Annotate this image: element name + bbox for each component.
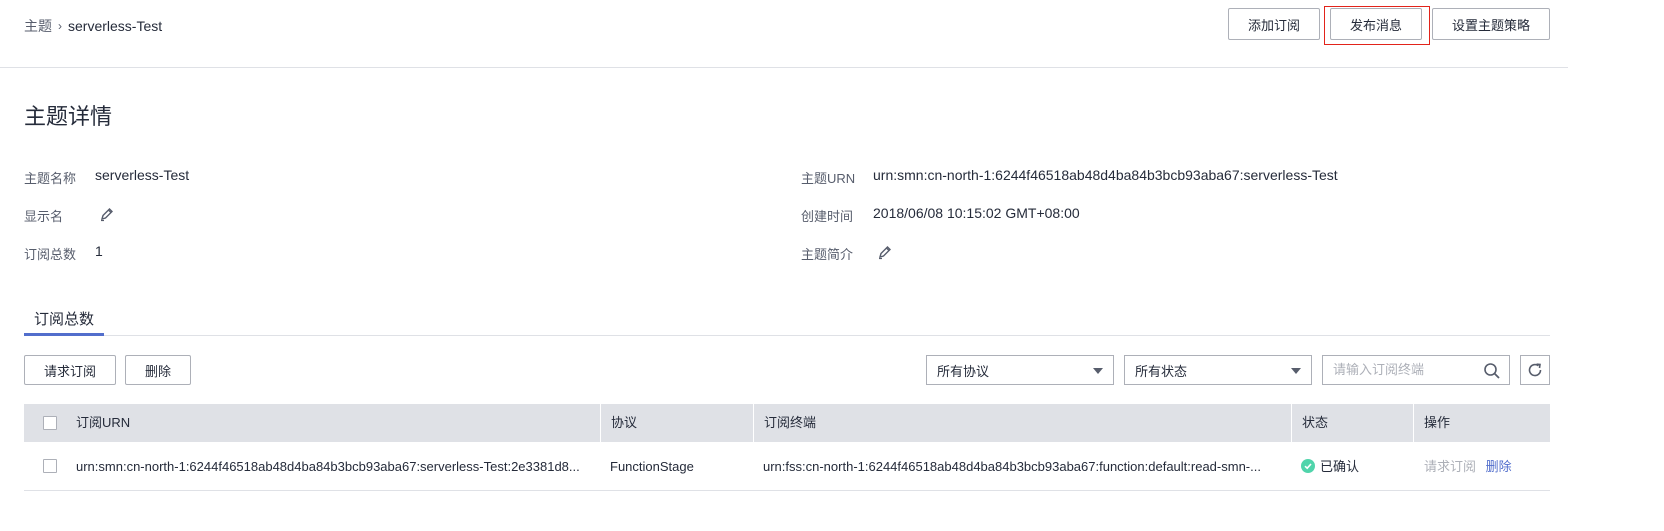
breadcrumb-parent[interactable]: 主题 (24, 16, 52, 36)
display-name-label: 显示名 (24, 209, 64, 224)
chevron-down-icon (1291, 368, 1301, 374)
top-bar: 主题 › serverless-Test 添加订阅 发布消息 设置主题策略 (0, 0, 1568, 68)
header-endpoint: 订阅终端 (753, 404, 1291, 442)
row-status: 已确认 (1320, 459, 1360, 474)
row-endpoint: urn:fss:cn-north-1:6244f46518ab48d4ba84b… (763, 459, 1261, 474)
status-select-value: 所有状态 (1135, 363, 1188, 379)
request-subscription-button[interactable]: 请求订阅 (24, 355, 116, 385)
header-urn: 订阅URN (76, 415, 131, 430)
sub-count-label: 订阅总数 (24, 247, 77, 262)
protocol-select[interactable]: 所有协议 (926, 355, 1114, 385)
row-urn: urn:smn:cn-north-1:6244f46518ab48d4ba84b… (76, 459, 580, 474)
header-status: 状态 (1291, 404, 1413, 442)
table-row: urn:smn:cn-north-1:6244f46518ab48d4ba84b… (24, 442, 1550, 491)
topic-name-value: serverless-Test (95, 167, 190, 183)
search-box (1322, 355, 1510, 385)
search-input[interactable] (1333, 362, 1473, 377)
protocol-select-value: 所有协议 (937, 363, 990, 379)
add-subscription-button[interactable]: 添加订阅 (1228, 8, 1320, 40)
row-delete-link[interactable]: 删除 (1486, 459, 1512, 474)
topic-policy-button[interactable]: 设置主题策略 (1432, 8, 1550, 40)
edit-intro-icon[interactable] (877, 244, 893, 260)
urn-value: urn:smn:cn-north-1:6244f46518ab48d4ba84b… (873, 167, 1338, 183)
refresh-button[interactable] (1520, 355, 1550, 385)
page-title: 主题详情 (24, 104, 113, 129)
publish-message-highlight (1324, 6, 1430, 45)
row-actions: 请求订阅 删除 (1414, 442, 1550, 491)
search-icon[interactable] (1483, 362, 1501, 380)
select-all-checkbox[interactable] (43, 416, 57, 430)
refresh-icon (1528, 363, 1542, 377)
sub-count-value: 1 (95, 243, 103, 259)
subscriptions-table: 订阅URN 协议 订阅终端 状态 操作 urn:smn:cn-north-1:6… (24, 404, 1550, 491)
chevron-down-icon (1093, 368, 1103, 374)
status-select[interactable]: 所有状态 (1124, 355, 1312, 385)
row-protocol: FunctionStage (610, 459, 694, 474)
tab-bar: 订阅总数 (24, 300, 1550, 336)
intro-label: 主题简介 (801, 247, 854, 262)
edit-display-name-icon[interactable] (99, 206, 115, 222)
urn-label: 主题URN (801, 171, 856, 186)
row-checkbox[interactable] (43, 459, 57, 473)
chevron-right-icon: › (58, 19, 62, 33)
header-protocol: 协议 (600, 404, 753, 442)
created-value: 2018/06/08 10:15:02 GMT+08:00 (873, 205, 1080, 221)
breadcrumb: 主题 › serverless-Test (24, 16, 162, 36)
delete-button[interactable]: 删除 (125, 355, 191, 385)
header-action: 操作 (1413, 404, 1550, 442)
created-label: 创建时间 (801, 209, 854, 224)
topic-name-label: 主题名称 (24, 171, 77, 186)
breadcrumb-current: serverless-Test (68, 18, 163, 34)
table-header: 订阅URN 协议 订阅终端 状态 操作 (24, 404, 1550, 442)
row-request-subscription-link[interactable]: 请求订阅 (1424, 459, 1476, 474)
tab-subscriptions[interactable]: 订阅总数 (24, 300, 105, 336)
